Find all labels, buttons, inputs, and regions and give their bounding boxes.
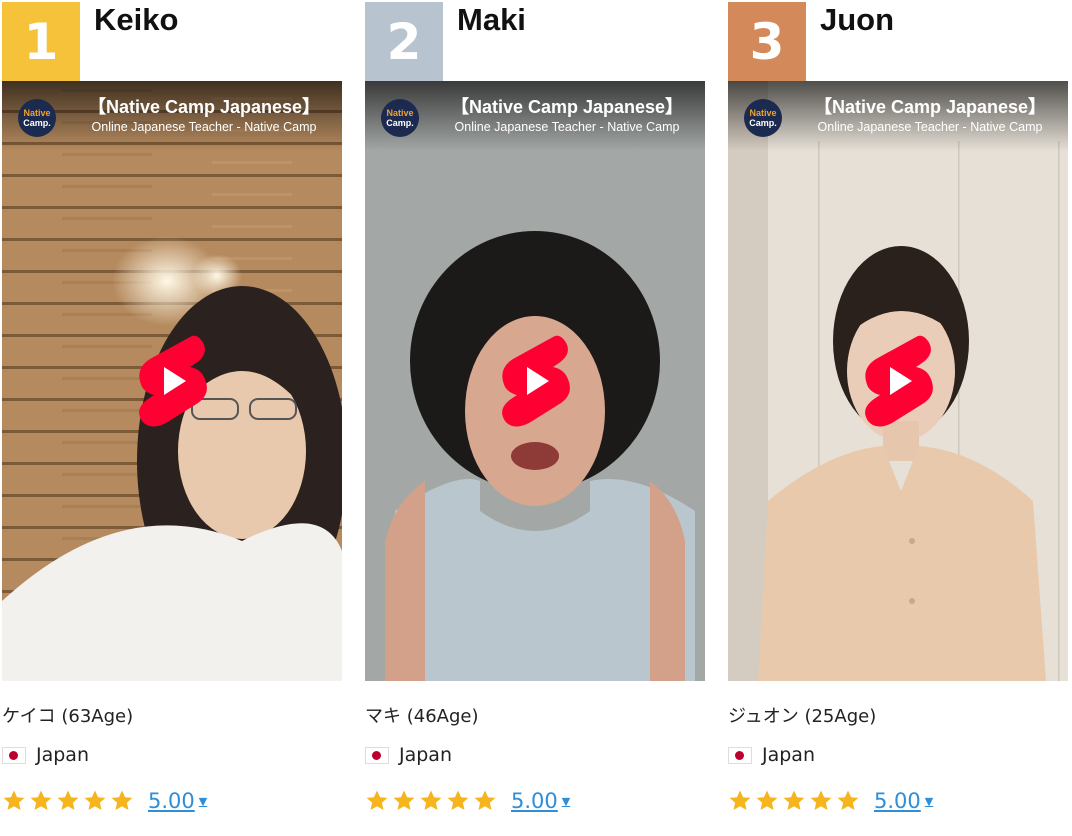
star-icon [111, 790, 133, 810]
star-rating [365, 789, 497, 813]
teacher-rating: 5.00 ▼ [728, 786, 933, 816]
shorts-play-icon[interactable] [132, 333, 212, 429]
teacher-country: Japan [2, 743, 89, 767]
rating-score-link[interactable]: 5.00 ▼ [148, 789, 207, 813]
japan-flag-icon [2, 746, 26, 764]
teacher-card-keiko: 1 Keiko Native Camp. 【Native Camp Japane… [2, 0, 344, 836]
star-rating [728, 789, 860, 813]
star-icon [420, 790, 442, 810]
teacher-country: Japan [728, 743, 815, 767]
star-rating [2, 789, 134, 813]
star-icon [783, 790, 805, 810]
channel-logo[interactable]: Native Camp. [744, 99, 782, 137]
teacher-rating: 5.00 ▼ [365, 786, 570, 816]
rank-badge: 2 [365, 2, 443, 81]
video-thumbnail[interactable]: Native Camp. 【Native Camp Japanese】 Onli… [2, 81, 342, 681]
video-thumbnail[interactable]: Native Camp. 【Native Camp Japanese】 Onli… [365, 81, 705, 681]
teacher-age: ジュオン (25Age) [728, 706, 877, 727]
video-title[interactable]: 【Native Camp Japanese】 [433, 93, 701, 119]
video-channel-name[interactable]: Online Japanese Teacher - Native Camp [70, 120, 338, 134]
star-icon [756, 790, 778, 810]
rating-score-link[interactable]: 5.00 ▼ [511, 789, 570, 813]
star-icon [393, 790, 415, 810]
star-icon [3, 790, 25, 810]
star-icon [810, 790, 832, 810]
video-thumbnail[interactable]: Native Camp. 【Native Camp Japanese】 Onli… [728, 81, 1068, 681]
japan-flag-icon [728, 746, 752, 764]
video-channel-name[interactable]: Online Japanese Teacher - Native Camp [433, 120, 701, 134]
teacher-country: Japan [365, 743, 452, 767]
video-channel-name[interactable]: Online Japanese Teacher - Native Camp [796, 120, 1064, 134]
caret-down-icon: ▼ [924, 794, 934, 808]
teacher-card-maki: 2 Maki Native Camp. 【Native Camp Japanes… [365, 0, 707, 836]
shorts-play-icon[interactable] [495, 333, 575, 429]
star-icon [57, 790, 79, 810]
caret-down-icon: ▼ [198, 794, 208, 808]
channel-logo[interactable]: Native Camp. [18, 99, 56, 137]
japan-flag-icon [365, 746, 389, 764]
star-icon [30, 790, 52, 810]
video-title[interactable]: 【Native Camp Japanese】 [796, 93, 1064, 119]
rating-score-link[interactable]: 5.00 ▼ [874, 789, 933, 813]
video-title[interactable]: 【Native Camp Japanese】 [70, 93, 338, 119]
star-icon [474, 790, 496, 810]
star-icon [729, 790, 751, 810]
star-icon [84, 790, 106, 810]
star-icon [366, 790, 388, 810]
teacher-name[interactable]: Keiko [94, 2, 178, 38]
channel-logo[interactable]: Native Camp. [381, 99, 419, 137]
rank-badge: 3 [728, 2, 806, 81]
star-icon [837, 790, 859, 810]
teacher-name[interactable]: Maki [457, 2, 526, 38]
teacher-rating: 5.00 ▼ [2, 786, 207, 816]
rank-badge: 1 [2, 2, 80, 81]
star-icon [447, 790, 469, 810]
shorts-play-icon[interactable] [858, 333, 938, 429]
teacher-card-juon: 3 Juon Native Camp. 【Native Camp Japanes… [728, 0, 1070, 836]
teacher-age: ケイコ (63Age) [2, 706, 134, 727]
teacher-age: マキ (46Age) [365, 706, 479, 727]
teacher-name[interactable]: Juon [820, 2, 894, 38]
caret-down-icon: ▼ [561, 794, 571, 808]
